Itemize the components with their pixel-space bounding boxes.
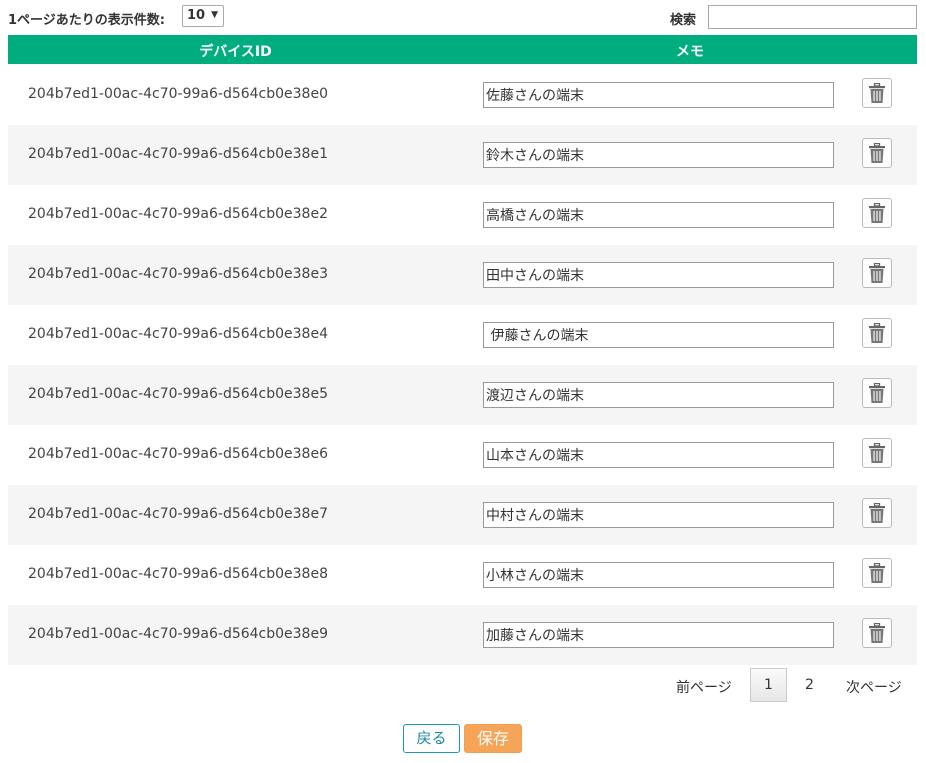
table-row: 204b7ed1-00ac-4c70-99a6-d564cb0e38e4 [8,305,917,365]
memo-input[interactable] [483,562,834,588]
delete-button[interactable] [862,138,892,168]
save-button[interactable]: 保存 [464,724,522,753]
trash-icon [869,263,885,283]
device-id-cell: 204b7ed1-00ac-4c70-99a6-d564cb0e38e9 [28,626,328,642]
delete-button[interactable] [862,618,892,648]
delete-button[interactable] [862,438,892,468]
device-id-cell: 204b7ed1-00ac-4c70-99a6-d564cb0e38e0 [28,86,328,102]
trash-icon [869,143,885,163]
search-label: 検索 [670,13,697,28]
search-input[interactable] [708,5,917,29]
memo-input[interactable] [483,262,834,288]
page-1-button[interactable]: 1 [750,668,787,702]
device-id-cell: 204b7ed1-00ac-4c70-99a6-d564cb0e38e7 [28,506,328,522]
pagination: 前ページ 1 2 次ページ [0,667,926,703]
table-toolbar: 1ページあたりの表示件数: 10 ▼ 検索 [0,0,926,34]
trash-icon [869,443,885,463]
table-row: 204b7ed1-00ac-4c70-99a6-d564cb0e38e8 [8,545,917,605]
memo-input[interactable] [483,622,834,648]
trash-icon [869,203,885,223]
prev-page-link[interactable]: 前ページ [676,677,732,697]
memo-input[interactable] [483,82,834,108]
delete-button[interactable] [862,258,892,288]
device-id-cell: 204b7ed1-00ac-4c70-99a6-d564cb0e38e3 [28,266,328,282]
page-length-label: 1ページあたりの表示件数: [8,13,165,28]
delete-button[interactable] [862,558,892,588]
back-button[interactable]: 戻る [403,724,460,753]
device-id-cell: 204b7ed1-00ac-4c70-99a6-d564cb0e38e1 [28,146,328,162]
column-header-device-id[interactable]: デバイスID [8,41,463,61]
memo-input[interactable] [483,202,834,228]
page-length-value: 10 [187,8,206,23]
delete-button[interactable] [862,198,892,228]
table-row: 204b7ed1-00ac-4c70-99a6-d564cb0e38e1 [8,125,917,185]
memo-input[interactable] [483,442,834,468]
device-table-body: 204b7ed1-00ac-4c70-99a6-d564cb0e38e0 204… [8,65,917,665]
trash-icon [869,83,885,103]
memo-input[interactable] [483,322,834,348]
trash-icon [869,503,885,523]
memo-input[interactable] [483,502,834,528]
table-row: 204b7ed1-00ac-4c70-99a6-d564cb0e38e2 [8,185,917,245]
delete-button[interactable] [862,318,892,348]
device-id-cell: 204b7ed1-00ac-4c70-99a6-d564cb0e38e8 [28,566,328,582]
delete-button[interactable] [862,498,892,528]
table-row: 204b7ed1-00ac-4c70-99a6-d564cb0e38e7 [8,485,917,545]
table-row: 204b7ed1-00ac-4c70-99a6-d564cb0e38e5 [8,365,917,425]
table-row: 204b7ed1-00ac-4c70-99a6-d564cb0e38e9 [8,605,917,665]
trash-icon [869,323,885,343]
page-length-select[interactable]: 10 ▼ [182,5,224,27]
device-id-cell: 204b7ed1-00ac-4c70-99a6-d564cb0e38e6 [28,446,328,462]
page-2-button[interactable]: 2 [805,677,814,693]
trash-icon [869,623,885,643]
delete-button[interactable] [862,78,892,108]
table-header: デバイスID メモ [8,35,917,64]
memo-input[interactable] [483,142,834,168]
table-row: 204b7ed1-00ac-4c70-99a6-d564cb0e38e0 [8,65,917,125]
device-id-cell: 204b7ed1-00ac-4c70-99a6-d564cb0e38e5 [28,386,328,402]
device-id-cell: 204b7ed1-00ac-4c70-99a6-d564cb0e38e2 [28,206,328,222]
next-page-link[interactable]: 次ページ [846,677,902,697]
column-header-memo[interactable]: メモ [463,41,917,61]
trash-icon [869,383,885,403]
table-row: 204b7ed1-00ac-4c70-99a6-d564cb0e38e6 [8,425,917,485]
trash-icon [869,563,885,583]
delete-button[interactable] [862,378,892,408]
chevron-down-icon: ▼ [211,10,218,20]
device-id-cell: 204b7ed1-00ac-4c70-99a6-d564cb0e38e4 [28,326,328,342]
memo-input[interactable] [483,382,834,408]
table-row: 204b7ed1-00ac-4c70-99a6-d564cb0e38e3 [8,245,917,305]
